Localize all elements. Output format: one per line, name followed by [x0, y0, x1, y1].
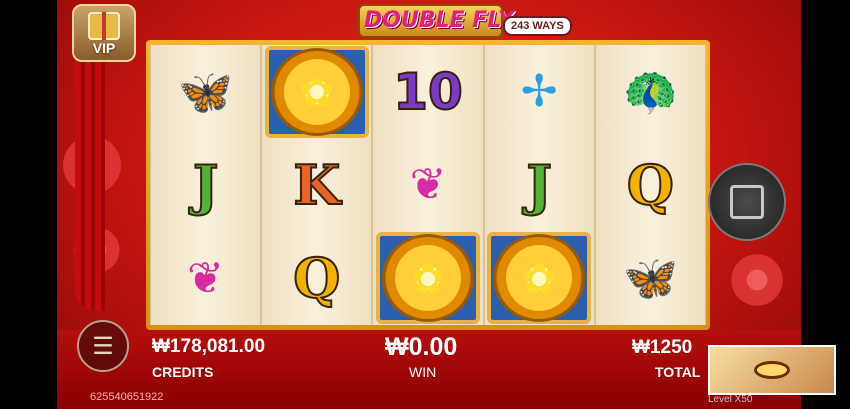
stop-square-icon: [730, 185, 764, 219]
reel-symbol: 🦋: [151, 45, 260, 138]
reel-symbol: Q: [596, 138, 705, 231]
reel-symbol: K: [262, 138, 371, 231]
spin-stop-button[interactable]: [708, 163, 786, 241]
lotus-icon: ✿: [376, 232, 480, 325]
reel-1: 🦋 J ❦: [150, 45, 262, 325]
reel-symbol: Q: [262, 232, 371, 325]
ways-badge: 243 WAYS: [503, 16, 572, 36]
lotus-icon: ✿: [487, 232, 592, 325]
menu-button[interactable]: ☰: [77, 320, 129, 372]
total-bet-label: TOTAL: [655, 364, 701, 380]
reel-4: ✢ J ✿: [483, 45, 595, 325]
win-label: WIN: [409, 364, 437, 380]
reel-symbol: 🦚: [596, 45, 705, 138]
peacock-icon: 🦚: [623, 67, 678, 117]
reel-symbol: ✿: [485, 232, 594, 325]
credits-value: ₩178,081.00: [152, 336, 266, 357]
reel-symbol: ✿: [373, 232, 482, 325]
brand-watermark: [708, 345, 836, 395]
total-bet-value[interactable]: ₩1250: [632, 337, 692, 359]
dragonfly-icon: ✢: [520, 67, 558, 117]
butterfly-icon: 🦋: [178, 67, 233, 117]
reel-symbol: ❦: [151, 232, 260, 325]
reel-symbol: 🦋: [596, 232, 705, 325]
win-value: ₩0.00: [385, 333, 458, 361]
curtain-left: [75, 40, 105, 310]
flower-decor-icon: [717, 240, 797, 320]
reel-5: 🦚 Q 🦋: [594, 45, 707, 325]
symbol-q: Q: [292, 245, 341, 311]
ducks-icon: ❦: [409, 160, 447, 210]
symbol-k: K: [292, 152, 341, 218]
session-id: 625540651922: [90, 391, 164, 403]
vip-label: VIP: [92, 40, 116, 56]
vip-button[interactable]: VIP: [72, 4, 136, 62]
gift-icon: [88, 12, 120, 40]
reel-symbol: ✿: [262, 45, 371, 138]
reel-2: ✿ K Q: [261, 45, 373, 325]
reel-symbol: ❦: [373, 138, 482, 231]
reel-symbol: 10: [373, 45, 482, 138]
credits-label: CREDITS: [152, 364, 214, 380]
logo-title: DOUBLE FLY: [364, 8, 514, 33]
symbol-q: Q: [626, 152, 675, 218]
symbol-10: 10: [392, 62, 464, 122]
symbol-j: J: [192, 152, 220, 218]
lotus-icon: ✿: [264, 45, 369, 138]
symbol-j: J: [525, 152, 553, 218]
ducks-icon: ❦: [187, 253, 225, 303]
reel-3: 10 ❦ ✿: [372, 45, 484, 325]
hamburger-icon: ☰: [92, 332, 114, 360]
butterfly-icon: 🦋: [623, 254, 678, 304]
ring-logo-icon: [754, 361, 790, 379]
reel-grid: 🦋 J ❦ ✿ K Q 10 ❦ ✿ ✢ J ✿ 🦚 Q 🦋: [150, 45, 707, 325]
reel-symbol: J: [151, 138, 260, 231]
reel-symbol: J: [485, 138, 594, 231]
reel-symbol: ✢: [485, 45, 594, 138]
level-label: Level X50: [708, 394, 753, 405]
